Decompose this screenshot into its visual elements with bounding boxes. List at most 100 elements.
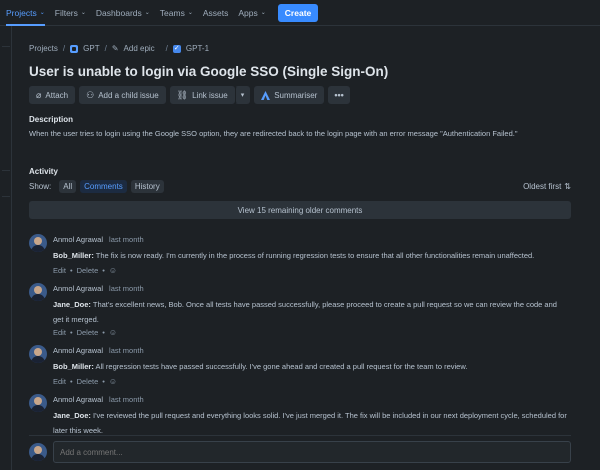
edit-comment-button[interactable]: Edit — [53, 266, 66, 275]
comment-author[interactable]: Anmol Agrawal — [53, 235, 103, 244]
add-reaction-icon[interactable]: ☺ — [109, 328, 117, 337]
comment-mention: Jane_Doe: — [53, 411, 91, 420]
comment-actions: Edit • Delete • ☺ — [53, 377, 117, 386]
chevron-down-icon: ⌄ — [144, 10, 150, 16]
nav-assets[interactable]: Assets — [203, 0, 229, 26]
avatar — [29, 443, 47, 461]
delete-comment-button[interactable]: Delete — [77, 377, 99, 386]
link-issue-button[interactable]: ⛓ Link issue — [169, 86, 235, 104]
nav-assets-label: Assets — [202, 7, 229, 18]
summariser-button[interactable]: Summariser — [254, 86, 325, 104]
comment-actions: Edit • Delete • ☺ — [53, 266, 117, 275]
activity-heading: Activity — [29, 167, 58, 176]
nav-dashboards[interactable]: Dashboards ⌄ — [96, 0, 150, 26]
attach-label: Attach — [45, 90, 69, 100]
breadcrumb-separator: / — [104, 44, 107, 53]
add-comment-area — [29, 441, 571, 463]
nav-filters[interactable]: Filters ⌄ — [55, 0, 86, 26]
comment-header: Anmol Agrawal last month — [53, 346, 144, 355]
nav-filters-label: Filters — [54, 7, 78, 18]
chevron-down-icon: ⌄ — [39, 10, 45, 16]
avatar[interactable] — [29, 345, 47, 363]
avatar[interactable] — [29, 283, 47, 301]
delete-comment-button[interactable]: Delete — [77, 266, 99, 275]
nav-teams-label: Teams — [159, 7, 185, 18]
separator-dot: • — [102, 266, 105, 275]
edit-comment-button[interactable]: Edit — [53, 377, 66, 386]
separator-dot: • — [69, 328, 73, 337]
sort-label: Oldest first — [523, 182, 562, 191]
add-child-label: Add a child issue — [98, 90, 159, 100]
comment-header: Anmol Agrawal last month — [53, 235, 144, 244]
issue-toolbar: ⌀ Attach ⚇ Add a child issue ⛓ Link issu… — [29, 86, 350, 104]
filter-all[interactable]: All — [59, 180, 77, 193]
link-icon: ⛓ — [176, 89, 189, 100]
left-sidebar-collapsed — [0, 26, 12, 470]
chevron-down-icon: ⌄ — [80, 10, 86, 16]
add-child-issue-button[interactable]: ⚇ Add a child issue — [79, 86, 166, 104]
breadcrumb-projects[interactable]: Projects — [29, 44, 58, 53]
nav-teams[interactable]: Teams ⌄ — [160, 0, 193, 26]
nav-dashboards-label: Dashboards — [95, 7, 142, 18]
comment-body: Jane_Doe: That's excellent news, Bob. On… — [53, 297, 568, 327]
add-reaction-icon[interactable]: ☺ — [109, 266, 117, 275]
show-label: Show: — [29, 182, 52, 191]
comment-mention: Bob_Miller: — [53, 362, 94, 371]
attach-button[interactable]: ⌀ Attach — [29, 86, 76, 104]
comment-text: The fix is now ready. I'm currently in t… — [93, 251, 535, 260]
breadcrumb-issue-key[interactable]: GPT-1 — [186, 44, 209, 53]
comment-mention: Jane_Doe: — [53, 300, 91, 309]
comment-mention: Bob_Miller: — [53, 251, 94, 260]
chevron-down-icon: ⌄ — [187, 10, 193, 16]
comment-time[interactable]: last month — [109, 235, 144, 244]
add-reaction-icon[interactable]: ☺ — [109, 377, 117, 386]
nav-projects-label: Projects — [6, 7, 37, 18]
breadcrumb-add-epic[interactable]: Add epic — [124, 44, 155, 53]
comment-time[interactable]: last month — [109, 395, 144, 404]
breadcrumb-project[interactable]: GPT — [83, 44, 99, 53]
avatar[interactable] — [29, 394, 47, 412]
edit-comment-button[interactable]: Edit — [53, 328, 66, 337]
comment-text: I've reviewed the pull request and every… — [53, 411, 567, 435]
more-actions-button[interactable]: ••• — [328, 86, 350, 104]
create-button[interactable]: Create — [277, 3, 319, 22]
view-older-comments-button[interactable]: View 15 remaining older comments — [29, 201, 571, 219]
more-horizontal-icon: ••• — [334, 90, 344, 100]
breadcrumb-separator: / — [165, 44, 168, 53]
comment-time[interactable]: last month — [109, 284, 144, 293]
activity-filter: Show: All Comments History — [29, 180, 164, 193]
comment-body: Jane_Doe: I've reviewed the pull request… — [53, 408, 568, 438]
nav-projects[interactable]: Projects ⌄ — [6, 0, 45, 26]
chevron-down-icon: ▾ — [240, 92, 245, 99]
comment-body: Bob_Miller: All regression tests have pa… — [53, 359, 568, 374]
filter-history[interactable]: History — [130, 180, 164, 193]
comment-author[interactable]: Anmol Agrawal — [53, 284, 103, 293]
summariser-label: Summariser — [274, 90, 318, 100]
breadcrumb-separator: / — [62, 44, 66, 53]
nav-apps[interactable]: Apps ⌄ — [238, 0, 265, 26]
pencil-icon: ✎ — [111, 44, 119, 53]
comment-time[interactable]: last month — [109, 346, 144, 355]
comment-author[interactable]: Anmol Agrawal — [53, 346, 103, 355]
comment-text: All regression tests have passed success… — [93, 362, 468, 371]
top-navigation: Projects ⌄ Filters ⌄ Dashboards ⌄ Teams ⌄ As… — [0, 0, 600, 26]
filter-comments[interactable]: Comments — [80, 180, 127, 193]
atlassian-logo-icon — [261, 90, 271, 100]
breadcrumb: Projects / GPT / ✎ Add epic / GPT-1 — [29, 44, 209, 54]
link-issue-dropdown[interactable]: ▾ — [234, 86, 251, 104]
add-comment-input[interactable] — [53, 441, 571, 463]
link-issue-label: Link issue — [192, 90, 228, 100]
description-text[interactable]: When the user tries to login using the G… — [29, 129, 518, 138]
avatar[interactable] — [29, 234, 47, 252]
chevron-down-icon: ⌄ — [260, 10, 266, 16]
comment-author[interactable]: Anmol Agrawal — [53, 395, 103, 404]
sort-order-button[interactable]: Oldest first ⇅ — [523, 182, 571, 191]
delete-comment-button[interactable]: Delete — [77, 328, 99, 337]
separator-dot: • — [102, 328, 105, 337]
nav-apps-label: Apps — [238, 7, 258, 18]
project-icon — [70, 44, 79, 53]
paperclip-icon: ⌀ — [36, 89, 42, 100]
hierarchy-icon: ⚇ — [86, 89, 95, 100]
issue-title[interactable]: User is unable to login via Google SSO (… — [29, 64, 388, 79]
sort-icon: ⇅ — [564, 182, 571, 191]
